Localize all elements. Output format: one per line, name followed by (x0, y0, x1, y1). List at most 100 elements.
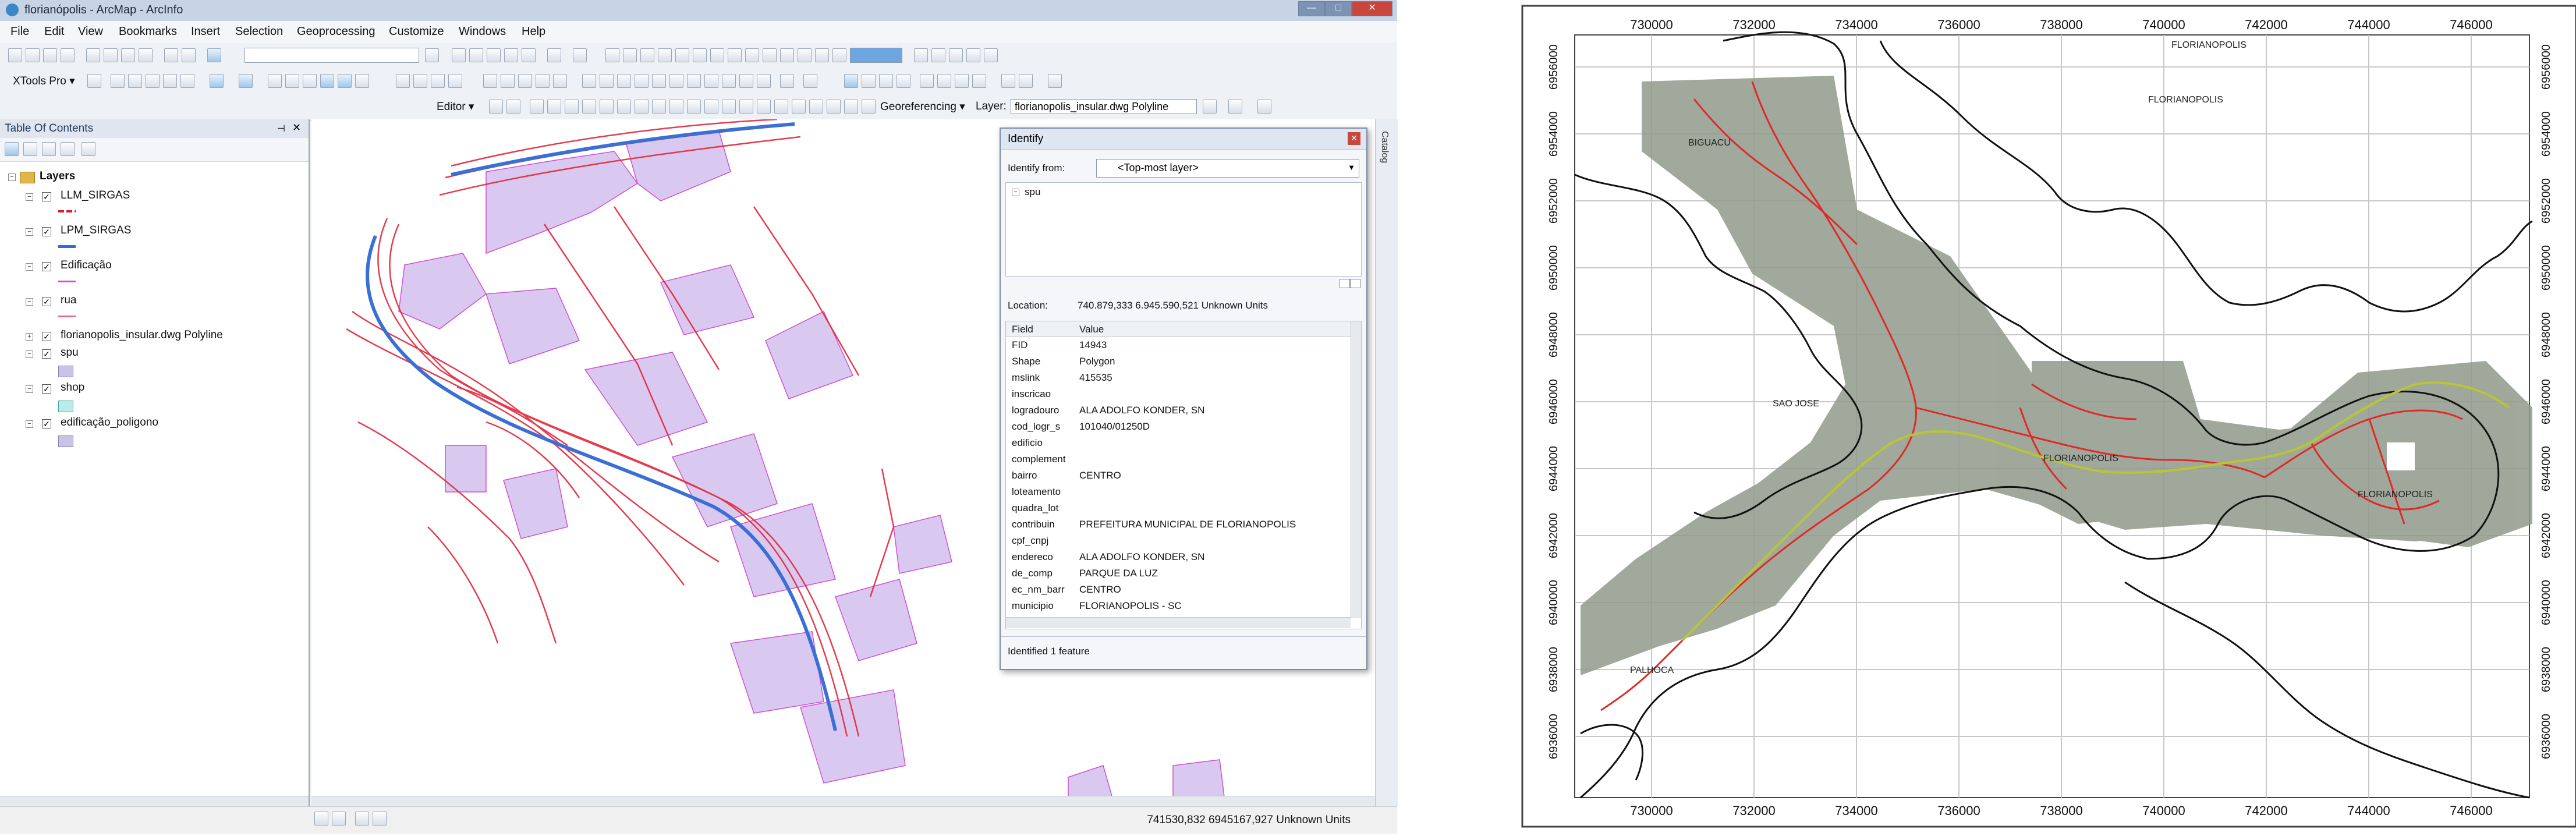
tool-icon[interactable] (483, 74, 497, 88)
edit-tool-icon[interactable] (774, 100, 788, 114)
collapse-layers-toggle[interactable]: − (8, 173, 16, 181)
layer-expander[interactable]: − (26, 193, 33, 201)
tool-icon[interactable] (745, 48, 759, 62)
go-to-xy-icon[interactable] (955, 74, 969, 88)
catalog-side-tab[interactable]: Catalog (1375, 119, 1398, 806)
find-route-icon[interactable] (937, 74, 951, 88)
tool-icon[interactable] (536, 74, 550, 88)
dropdown-arrow-icon[interactable]: ▼ (1348, 163, 1355, 172)
tool-icon[interactable] (285, 74, 299, 88)
open-icon[interactable] (26, 48, 40, 62)
link-table-icon[interactable] (1257, 100, 1271, 114)
fixed-zoom-out-icon[interactable] (669, 74, 683, 88)
next-extent-icon[interactable] (704, 74, 718, 88)
edit-tool-icon[interactable] (547, 100, 561, 114)
color-combo[interactable] (850, 48, 902, 63)
edit-tool-icon[interactable] (565, 100, 579, 114)
map-horizontal-scrollbar[interactable] (311, 796, 1375, 806)
attribute-horizontal-scrollbar[interactable] (1006, 617, 1351, 628)
layer-symbol[interactable] (58, 281, 76, 282)
layer-visibility-checkbox[interactable]: ✓ (42, 419, 51, 428)
attribute-row[interactable]: mslink 415535 (1006, 370, 1351, 387)
attribute-vertical-scrollbar[interactable] (1351, 321, 1361, 618)
edit-tool-icon[interactable] (827, 100, 841, 114)
redo-icon[interactable] (182, 48, 196, 62)
menu-help[interactable]: Help (522, 25, 545, 38)
tool-icon[interactable] (355, 74, 369, 88)
edit-tool-icon[interactable] (809, 100, 823, 114)
list-by-selection-icon[interactable] (61, 142, 75, 156)
identify-close-button[interactable]: ✕ (1348, 132, 1360, 145)
layer-name[interactable]: LLM_SIRGAS (61, 189, 130, 202)
attribute-row[interactable]: de_comp PARQUE DA LUZ (1006, 566, 1351, 582)
layout-toggle-icon[interactable] (1340, 279, 1350, 288)
attribute-row[interactable]: municipio FLORIANOPOLIS - SC (1006, 598, 1351, 615)
edit-tool-icon[interactable] (617, 100, 631, 114)
refresh-icon[interactable] (355, 812, 369, 826)
layers-root-label[interactable]: Layers (40, 170, 75, 183)
measure-icon[interactable] (897, 74, 910, 88)
tool-icon[interactable] (798, 48, 812, 62)
attribute-row[interactable]: cpf_cnpj (1006, 533, 1351, 550)
tool-icon[interactable] (914, 48, 928, 62)
tool-icon[interactable] (338, 74, 352, 88)
minimize-button[interactable]: — (1298, 1, 1325, 16)
tool-icon[interactable] (623, 48, 637, 62)
tool-icon[interactable] (966, 48, 980, 62)
layer-expander[interactable]: − (26, 298, 33, 306)
menu-selection[interactable]: Selection (235, 25, 283, 38)
menu-geoprocessing[interactable]: Geoprocessing (297, 25, 375, 38)
layer-visibility-checkbox[interactable]: ✓ (42, 297, 51, 306)
layer-visibility-checkbox[interactable]: ✓ (42, 192, 51, 201)
layer-expander[interactable]: − (26, 228, 33, 236)
menu-insert[interactable]: Insert (191, 25, 220, 38)
attribute-row[interactable]: inscricao (1006, 387, 1351, 403)
maximize-button[interactable]: □ (1325, 1, 1352, 16)
menu-bookmarks[interactable]: Bookmarks (119, 25, 177, 38)
georef-layer-select[interactable]: florianopolis_insular.dwg Polyline (1011, 99, 1197, 114)
hyperlink-icon[interactable] (879, 74, 893, 88)
layer-symbol[interactable] (58, 366, 73, 377)
tool-icon[interactable] (501, 74, 515, 88)
tool-icon[interactable] (448, 74, 462, 88)
select-elements-icon[interactable] (803, 74, 817, 88)
tool-icon[interactable] (553, 74, 567, 88)
layer-visibility-checkbox[interactable]: ✓ (42, 332, 51, 341)
pause-drawing-icon[interactable] (373, 812, 387, 826)
layer-name[interactable]: edificação_poligono (61, 416, 158, 429)
search-window-icon[interactable] (487, 48, 501, 62)
layout-view-icon[interactable] (314, 812, 328, 826)
attribute-row[interactable]: Shape Polygon (1006, 354, 1351, 370)
layer-name[interactable]: LPM_SIRGAS (61, 224, 131, 237)
edit-tool-icon[interactable] (862, 100, 876, 114)
layer-visibility-checkbox[interactable]: ✓ (42, 349, 51, 359)
paste-icon[interactable] (121, 48, 135, 62)
tool-icon[interactable] (984, 48, 998, 62)
edit-tool-icon[interactable] (739, 100, 753, 114)
tool-icon[interactable] (111, 74, 125, 88)
model-builder-icon[interactable] (547, 48, 561, 62)
attribute-row[interactable]: contribuin PREFEITURA MUNICIPAL DE FLORIA… (1006, 517, 1351, 533)
identify-from-select[interactable]: <Top-most layer> ▼ (1096, 159, 1359, 178)
menu-view[interactable]: View (78, 25, 103, 38)
catalog-window-icon[interactable] (469, 48, 483, 62)
tool-icon[interactable] (320, 74, 334, 88)
tool-icon[interactable] (832, 48, 846, 62)
edit-tool-icon[interactable] (757, 100, 771, 114)
tool-icon[interactable] (931, 48, 945, 62)
tree-node-expander[interactable]: − (1012, 189, 1019, 196)
tree-node-label[interactable]: spu (1025, 186, 1040, 198)
layer-symbol[interactable] (58, 210, 76, 212)
arctoolbox-icon[interactable] (504, 48, 518, 62)
tool-icon[interactable] (763, 48, 777, 62)
edit-tool-icon[interactable] (635, 100, 649, 114)
list-by-visibility-icon[interactable] (42, 142, 56, 156)
list-by-drawing-order-icon[interactable] (5, 142, 19, 156)
layer-expander[interactable]: + (26, 333, 33, 341)
edit-tool-icon[interactable] (506, 100, 520, 114)
field-column-header[interactable]: Field (1012, 324, 1033, 335)
add-control-points-icon[interactable] (1228, 100, 1242, 114)
value-column-header[interactable]: Value (1079, 324, 1104, 335)
layer-visibility-checkbox[interactable]: ✓ (42, 262, 51, 271)
attribute-row[interactable]: bairro CENTRO (1006, 468, 1351, 484)
